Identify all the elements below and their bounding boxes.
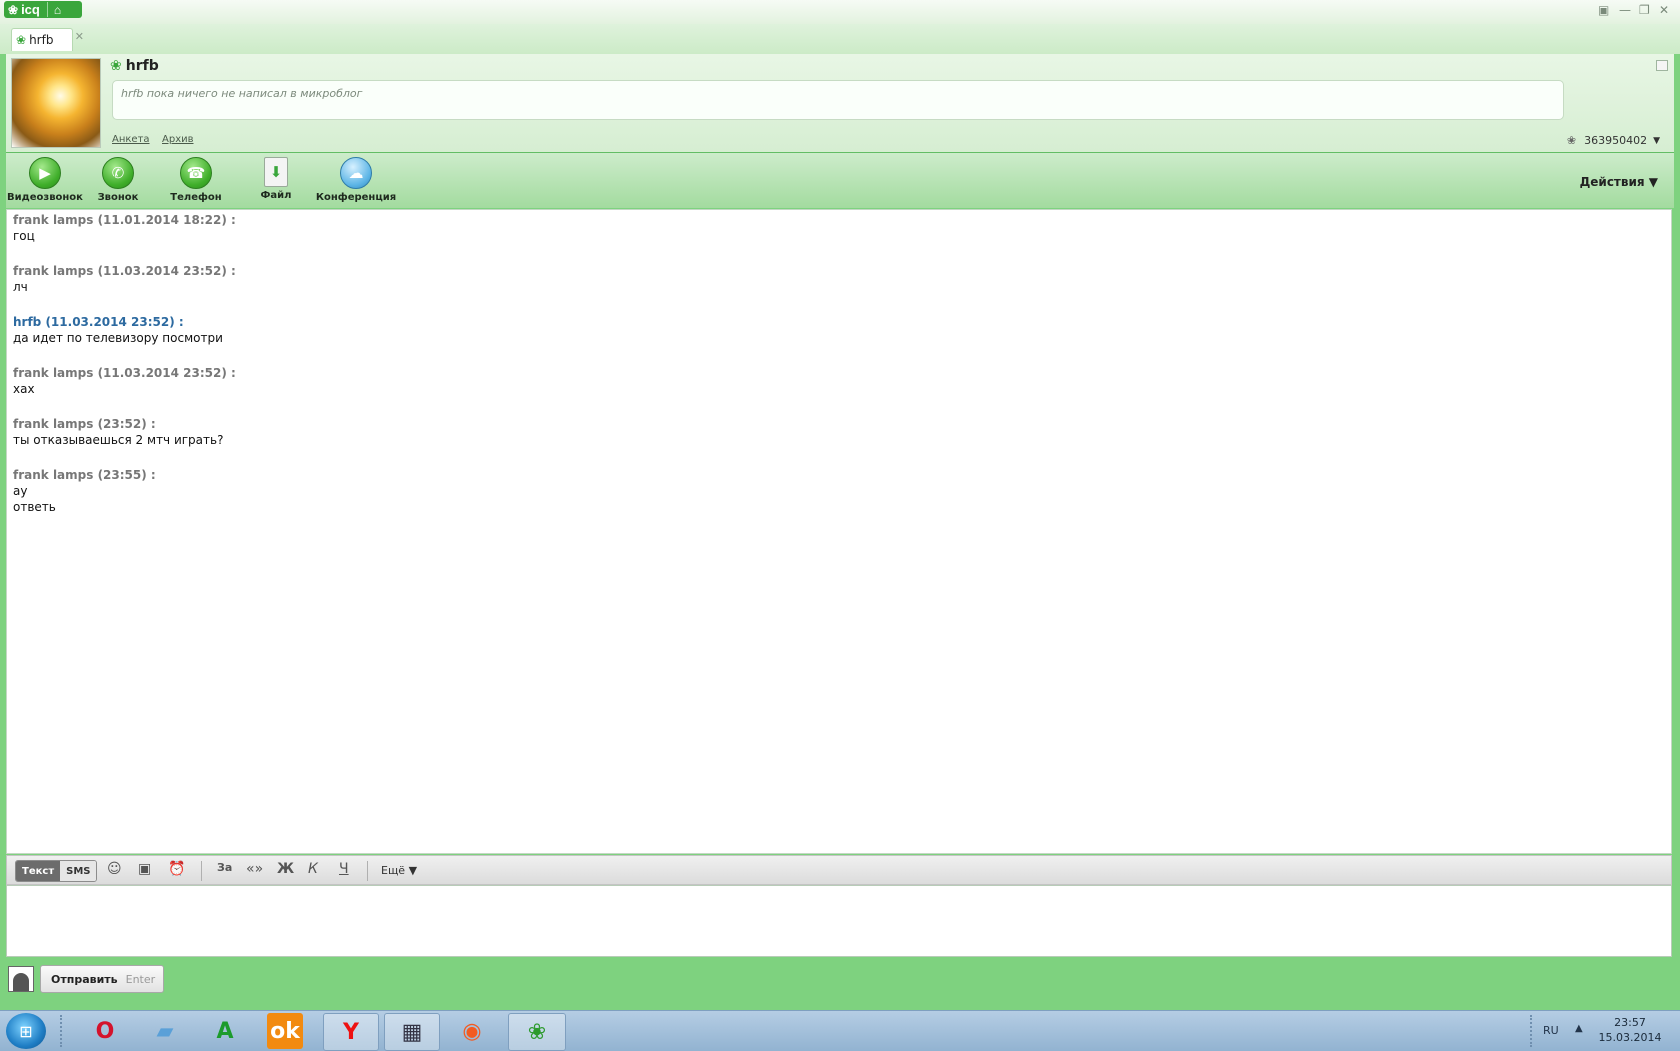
call-toolbar: ▶ Видеозвонок ✆ Звонок ☎ Телефон ⬇ Файл … [6,153,1674,208]
message-input[interactable] [6,885,1672,957]
computer-icon[interactable]: ▦ [384,1013,440,1051]
message-header: frank lamps (11.03.2014 23:52) : [13,366,236,380]
file-button[interactable]: ⬇ Файл [256,157,296,201]
archive-link[interactable]: Архив [162,134,194,145]
odnoklassniki-icon[interactable]: ok [267,1013,303,1049]
format-toolbar: Текст SMS ☺ ▣ ⏰ За «» Ж К Ч Ещё ▼ [6,855,1672,885]
video-call-icon: ▶ [29,157,61,189]
phone-icon: ✆ [102,157,134,189]
mode-switch: Текст SMS [15,860,98,882]
message-header: frank lamps (11.01.2014 18:22) : [13,213,236,227]
smiley-icon[interactable]: ☺ [107,861,122,877]
message-text: ответь [13,500,56,514]
file-icon: ⬇ [264,157,288,187]
tab-label: hrfb [29,33,54,47]
message-text: да идет по телевизору посмотри [13,331,223,345]
underline-button[interactable]: Ч [339,861,349,877]
message: frank lamps (23:52) : ты отказываешься 2… [13,416,223,448]
message-header: frank lamps (23:52) : [13,417,156,431]
message-text: ау [13,484,28,498]
profile-link[interactable]: Анкета [112,134,150,145]
message: frank lamps (11.03.2014 23:52) : лч [13,263,236,295]
message: frank lamps (11.03.2014 23:52) : хах [13,365,236,397]
bold-button[interactable]: Ж [277,861,294,877]
telephone-icon: ☎ [180,157,212,189]
status-flower-icon: ❀ [16,33,27,47]
windows-taskbar: ⊞ O ▰ A ok Y ▦ ◉ ❀ RU ▲ 23:57 15.03.2014 [0,1010,1680,1051]
mode-text-button[interactable]: Текст [16,861,61,881]
conference-icon: ☁ [340,157,372,189]
actions-menu[interactable]: Действия ▼ [1580,175,1658,189]
contact-info-icon[interactable] [8,966,34,992]
telephone-button[interactable]: ☎ Телефон [170,157,222,203]
message-text: лч [13,280,28,294]
yandex-icon[interactable]: Y [323,1013,379,1051]
close-button[interactable]: ✕ [1659,3,1669,17]
start-button[interactable]: ⊞ [6,1013,46,1049]
taskbar-clock[interactable]: 23:57 15.03.2014 [1595,1015,1665,1045]
message-text: ты отказываешься 2 мтч играть? [13,433,224,447]
message-text: гоц [13,229,35,243]
contact-profile-panel: ❀ hrfb hrfb пока ничего не написал в мик… [6,54,1674,154]
contact-name: ❀ hrfb [110,58,159,74]
send-button[interactable]: Отправить Enter [40,965,164,993]
chevron-down-icon: ▼ [1653,135,1660,146]
uin-selector[interactable]: ❀ 363950402 ▼ [1567,134,1660,147]
language-indicator[interactable]: RU [1543,1024,1559,1037]
tab-strip: ❀ hrfb ✕ [0,24,1680,54]
call-button[interactable]: ✆ Звонок [94,157,142,203]
video-call-button[interactable]: ▶ Видеозвонок [7,157,83,203]
microblog-status: hrfb пока ничего не написал в микроблог [112,80,1564,120]
alarm-icon[interactable]: ⏰ [168,861,185,877]
message-text: хах [13,382,35,396]
mode-sms-button[interactable]: SMS [60,861,97,881]
a-app-icon[interactable]: A [198,1013,252,1049]
message-header: hrfb (11.03.2014 23:52) : [13,315,184,329]
restore-panel-icon[interactable]: ▣ [1598,3,1609,17]
conference-button[interactable]: ☁ Конференция [316,157,396,203]
more-menu[interactable]: Ещё ▼ [381,864,417,877]
italic-button[interactable]: К [308,861,318,877]
message: hrfb (11.03.2014 23:52) : да идет по тел… [13,314,223,346]
chat-history[interactable]: frank lamps (11.01.2014 18:22) : гоц fra… [6,209,1672,854]
home-icon[interactable]: ⌂ [54,3,61,17]
tab-hrfb[interactable]: ❀ hrfb ✕ [11,28,84,51]
origin-icon[interactable]: ◉ [445,1013,499,1049]
tray-expand-icon[interactable]: ▲ [1575,1023,1583,1034]
status-flower-icon: ❀ [110,58,122,74]
translit-button[interactable]: За [217,861,232,874]
icq-taskbar-icon[interactable]: ❀ [508,1013,566,1051]
maximize-button[interactable]: ❐ [1639,3,1650,17]
minimize-button[interactable]: — [1619,3,1631,17]
quote-button[interactable]: «» [246,861,263,877]
contact-avatar[interactable] [11,58,101,148]
title-bar: ❀ icq ⌂ ▣ — ❐ ✕ [0,0,1680,24]
tab-close-icon[interactable]: ✕ [75,30,84,43]
message: frank lamps (11.01.2014 18:22) : гоц [13,212,236,244]
icq-logo-button[interactable]: ❀ icq ⌂ [4,1,82,18]
message-header: frank lamps (11.03.2014 23:52) : [13,264,236,278]
network-flower-icon: ❀ [1566,134,1577,147]
notepad-icon[interactable]: ▰ [138,1013,192,1049]
collapse-panel-button[interactable] [1656,60,1668,71]
icq-flower-icon: ❀ [8,2,19,17]
message: frank lamps (23:55) : ау ответь [13,467,156,515]
message-header: frank lamps (23:55) : [13,468,156,482]
app-name: icq [21,2,40,17]
send-row: Отправить Enter [0,958,1680,1010]
tv-icon[interactable]: ▣ [138,861,151,877]
opera-icon[interactable]: O [78,1013,132,1049]
